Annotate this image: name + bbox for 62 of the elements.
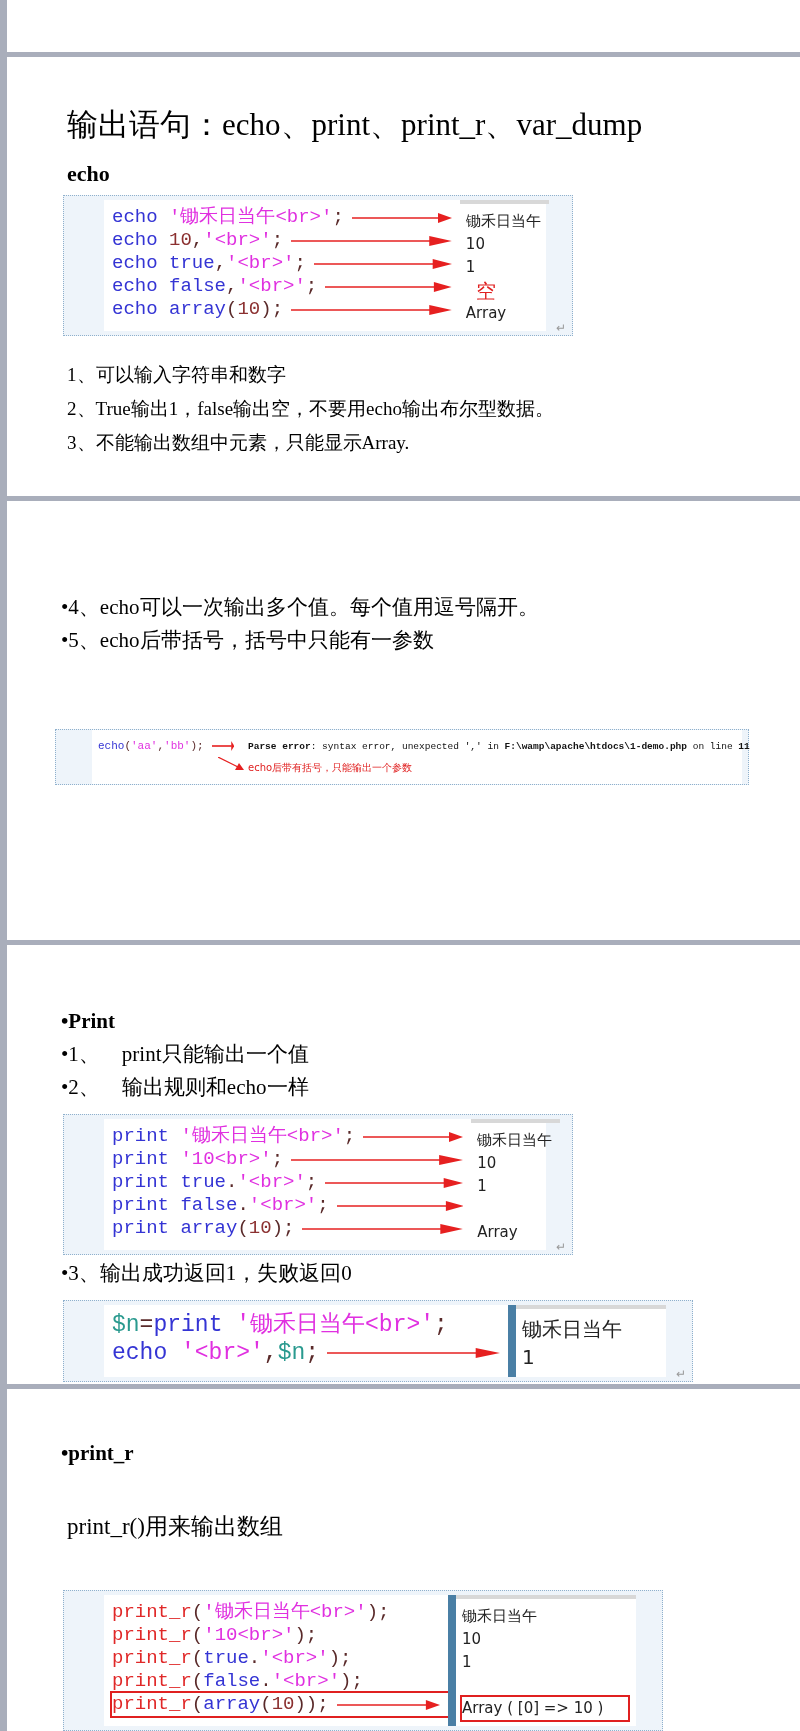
output-text: 1 — [462, 1652, 472, 1674]
code-line: print array(10); — [112, 1216, 295, 1242]
slide-title: 输出语句：echo、print、print_r、var_dump — [67, 106, 644, 144]
bullet-text: print_r — [68, 1440, 134, 1467]
output-text: 空 — [474, 277, 496, 305]
paragraph-mark: ↵ — [556, 321, 566, 335]
code-line: print '10<br>'; — [112, 1147, 284, 1173]
item-number: 1、 — [68, 1041, 100, 1068]
bullet-marker: • — [61, 1008, 69, 1035]
bullet-text: 5、echo后带括号，括号中只能有一参数 — [68, 627, 434, 654]
paragraph-mark: ↵ — [676, 1367, 686, 1381]
code-line: $n=print '锄禾日当午<br>'; — [112, 1310, 448, 1340]
code-line: print_r(array(10)); — [112, 1692, 329, 1718]
code-line: print_r('10<br>'); — [112, 1623, 318, 1649]
output-text: 1 — [465, 257, 476, 279]
code-line: print '锄禾日当午<br>'; — [112, 1124, 356, 1150]
annotation: echo后带有括号，只能输出一个参数 — [248, 761, 414, 776]
output-text: 锄禾日当午 — [522, 1316, 622, 1343]
code-line: print true.'<br>'; — [112, 1170, 318, 1196]
text-line: 2、True输出1，false输出空，不要用echo输出布尔型数据。 — [67, 397, 555, 421]
output-text: 10 — [465, 234, 485, 256]
code-line: echo '锄禾日当午<br>'; — [112, 205, 344, 231]
output-text: Array ( [0] => 10 ) — [462, 1698, 604, 1720]
paragraph-mark: ↵ — [556, 1240, 566, 1254]
code-line: echo('aa','bb'); — [98, 739, 204, 754]
output-text: Array — [465, 303, 507, 325]
output-text: 锄禾日当午 — [465, 211, 541, 233]
output-text: 锄禾日当午 — [462, 1606, 537, 1628]
code-line: print_r(false.'<br>'); — [112, 1669, 363, 1695]
code-line: echo true,'<br>'; — [112, 251, 306, 277]
bullet-text: Print — [68, 1008, 115, 1035]
text-line: 3、不能输出数组中元素，只能显示Array. — [67, 431, 411, 455]
output-text: 1 — [477, 1176, 487, 1198]
code-line: echo '<br>',$n; — [112, 1338, 320, 1368]
item-number: 2、 — [68, 1074, 100, 1101]
code-line: echo false,'<br>'; — [112, 274, 318, 300]
output-text: 锄禾日当午 — [477, 1130, 553, 1152]
output-text: 10 — [477, 1153, 497, 1175]
code-line: print false.'<br>'; — [112, 1193, 329, 1219]
output-text: Array — [477, 1222, 518, 1244]
arrow — [218, 756, 244, 771]
bullet-marker: • — [61, 594, 69, 621]
bullet-text: print只能输出一个值 — [121, 1041, 309, 1068]
bullet-marker: • — [61, 1041, 69, 1068]
bullet-text: 4、echo可以一次输出多个值。每个值用逗号隔开。 — [68, 594, 539, 621]
code-line: print_r('锄禾日当午<br>'); — [112, 1600, 390, 1626]
output-text: 1 — [522, 1344, 535, 1371]
bullet-marker: • — [61, 627, 69, 654]
code-line: echo 10,'<br>'; — [112, 228, 284, 254]
section-heading: echo — [67, 161, 111, 187]
bullet-marker: • — [61, 1074, 69, 1101]
text-line: 1、可以输入字符串和数字 — [67, 363, 287, 387]
arrow — [211, 741, 234, 752]
bullet-text: 3、输出成功返回1，失败返回0 — [68, 1260, 352, 1287]
text-line: print_r()用来输出数组 — [67, 1513, 284, 1541]
code-line: echo array(10); — [112, 297, 284, 323]
bullet-marker: • — [61, 1440, 69, 1467]
bullet-marker: • — [61, 1260, 69, 1287]
bullet-text: 输出规则和echo一样 — [121, 1074, 309, 1101]
output-text: 10 — [462, 1629, 482, 1651]
error-message: Parse error: syntax error, unexpected ',' in F:\wamp\apache\htdocs\1-demo.php on line 11 — [248, 740, 750, 754]
code-line: print_r(true.'<br>'); — [112, 1646, 352, 1672]
